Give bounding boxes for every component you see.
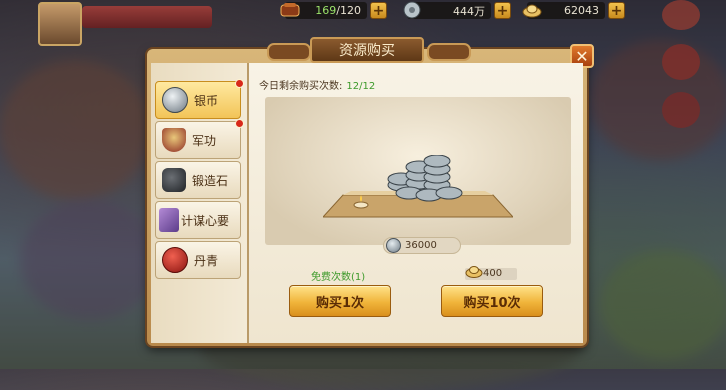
reward-amount-value: 36000 xyxy=(405,240,437,251)
ration-max: /120 xyxy=(336,4,361,17)
tab-danqing[interactable]: 丹青 xyxy=(155,241,241,279)
free-count-label: 免费次数(1) xyxy=(311,272,366,283)
remaining-value: 12/12 xyxy=(346,81,376,92)
forging-stone-icon xyxy=(162,168,186,192)
purchase-panel: 今日剩余购买次数: 12/12 36000 免费次数(1) 400 购买1次 购… xyxy=(249,63,583,343)
side-button-3[interactable] xyxy=(662,92,700,128)
tab-silver[interactable]: 银币 xyxy=(155,79,244,119)
category-sidebar: 银币 军功 锻造石 计谋心要 丹青 xyxy=(151,63,249,343)
title-ornament-right xyxy=(427,43,471,61)
add-ration-button[interactable]: + xyxy=(370,2,387,19)
gold-ingot-icon xyxy=(465,266,483,278)
tab-strategy[interactable]: 计谋心要 xyxy=(155,201,241,239)
silver-coin-icon xyxy=(162,87,188,113)
tab-label: 军功 xyxy=(192,133,217,148)
remaining-label: 今日剩余购买次数: xyxy=(259,81,343,92)
buy-ten-label: 购买10次 xyxy=(463,295,521,311)
tab-label: 银币 xyxy=(194,93,219,108)
silver-coin-icon xyxy=(403,1,421,19)
buy-one-button[interactable]: 购买1次 xyxy=(289,285,391,317)
tab-forging-stone[interactable]: 锻造石 xyxy=(155,161,241,199)
tab-label: 计谋心要 xyxy=(181,213,230,228)
military-merit-icon xyxy=(162,128,186,152)
strategy-book-icon xyxy=(159,208,179,232)
ration-icon xyxy=(280,3,300,17)
silver-resource: 444万 + xyxy=(403,1,511,20)
add-gold-button[interactable]: + xyxy=(608,2,625,19)
tab-label: 锻造石 xyxy=(192,173,229,188)
gold-ingot-icon xyxy=(522,4,542,18)
coin-pile-illustration xyxy=(323,155,513,218)
dialog-title: 资源购买 xyxy=(310,37,424,63)
notification-dot xyxy=(235,119,244,128)
tab-military-merit[interactable]: 军功 xyxy=(155,119,244,159)
notification-dot xyxy=(235,79,244,88)
red-pill-icon xyxy=(162,247,188,273)
ten-purchase-cost: 400 xyxy=(465,266,529,280)
hero-portrait[interactable] xyxy=(38,2,82,46)
add-silver-button[interactable]: + xyxy=(494,2,511,19)
title-ornament-left xyxy=(267,43,311,61)
buy-one-label: 购买1次 xyxy=(315,295,365,311)
remaining-purchases: 今日剩余购买次数: 12/12 xyxy=(259,77,375,92)
silver-value: 444万 xyxy=(453,4,485,18)
ration-resource: 169/120 + xyxy=(280,1,387,20)
gold-resource: 62043 + xyxy=(522,1,625,20)
reward-amount: 36000 xyxy=(383,237,461,254)
resource-bar: 169/120 + 444万 + 62043 + xyxy=(275,0,726,22)
resource-purchase-dialog: 资源购买 ✕ 银币 军功 锻造石 计谋心要 丹青 今日剩余购买次数:12/12 xyxy=(147,37,594,346)
side-button-2[interactable] xyxy=(662,44,700,80)
tab-label: 丹青 xyxy=(194,253,219,268)
ten-cost-value: 400 xyxy=(483,268,503,279)
gold-value: 62043 xyxy=(564,4,599,17)
ration-value: 169 xyxy=(315,4,337,17)
buy-ten-button[interactable]: 购买10次 xyxy=(441,285,543,317)
silver-coin-icon xyxy=(386,238,401,253)
reward-showcase: 36000 xyxy=(265,97,571,254)
player-banner[interactable] xyxy=(82,6,212,28)
